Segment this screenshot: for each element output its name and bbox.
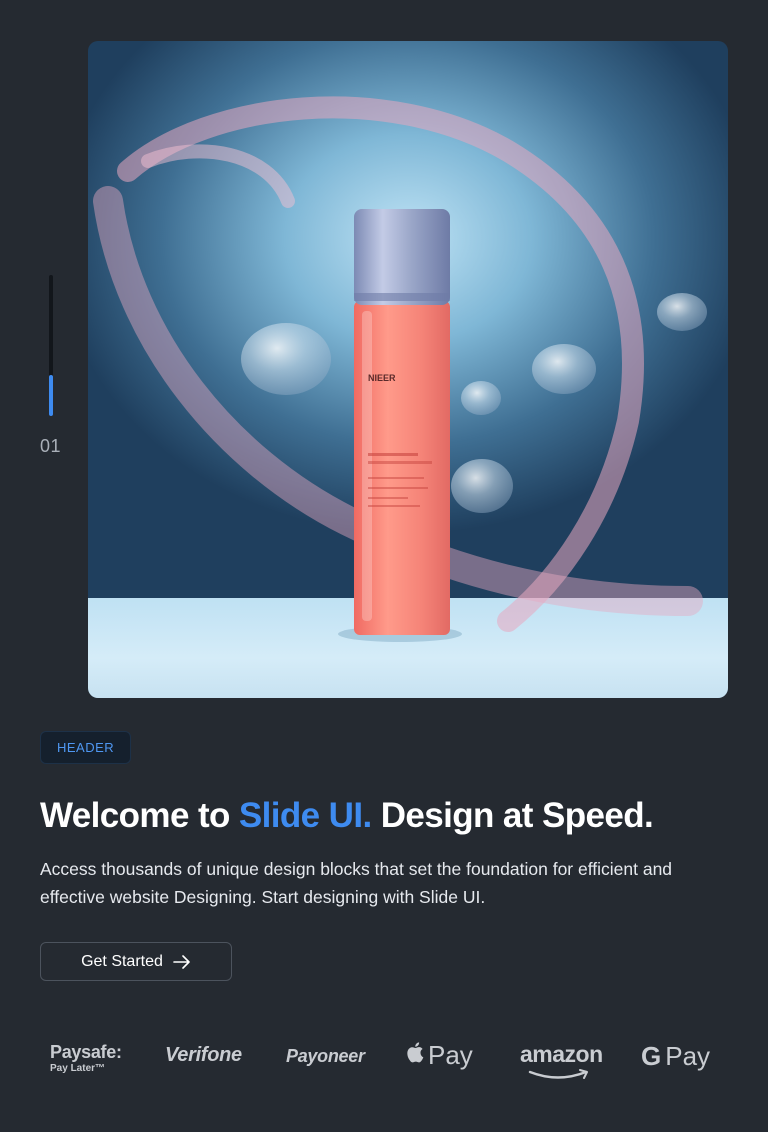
title-part2: Design at Speed.: [371, 796, 654, 835]
amazon-smile-icon: [528, 1069, 588, 1079]
apple-icon: [406, 1040, 426, 1071]
verifone-logo: Verifone: [165, 1044, 242, 1066]
hero-illustration: NIEER: [93, 96, 707, 642]
slide-progress-fill: [49, 375, 53, 416]
hero-section: 01 NIEER HEADER Welcome to Slide UI. Des…: [0, 0, 768, 1132]
arrow-right-icon: [173, 954, 191, 969]
apple-pay-logo: Pay: [406, 1040, 473, 1071]
title-accent: Slide UI.: [238, 796, 372, 835]
google-pay-logo: G Pay: [641, 1041, 711, 1071]
payoneer-logo: Payoneer: [286, 1046, 365, 1066]
hero-description: Access thousands of unique design blocks…: [40, 859, 673, 907]
page-title: Welcome to Slide UI. Design at Speed.: [40, 796, 654, 836]
amazon-logo: amazon: [520, 1041, 603, 1079]
svg-text:NIEER: NIEER: [368, 373, 396, 383]
title-part1: Welcome to: [40, 796, 239, 835]
paysafe-logo: Paysafe: Pay Later™: [50, 1042, 122, 1074]
slide-number: 01: [40, 436, 62, 456]
hero-image: NIEER: [88, 41, 728, 698]
get-started-label: Get Started: [81, 952, 163, 970]
partner-logos: Paysafe: Pay Later™ Verifone Payoneer Pa…: [0, 1030, 768, 1090]
slide-progress-indicator[interactable]: [49, 275, 53, 416]
get-started-button[interactable]: Get Started: [40, 942, 232, 981]
section-badge: HEADER: [40, 731, 132, 764]
